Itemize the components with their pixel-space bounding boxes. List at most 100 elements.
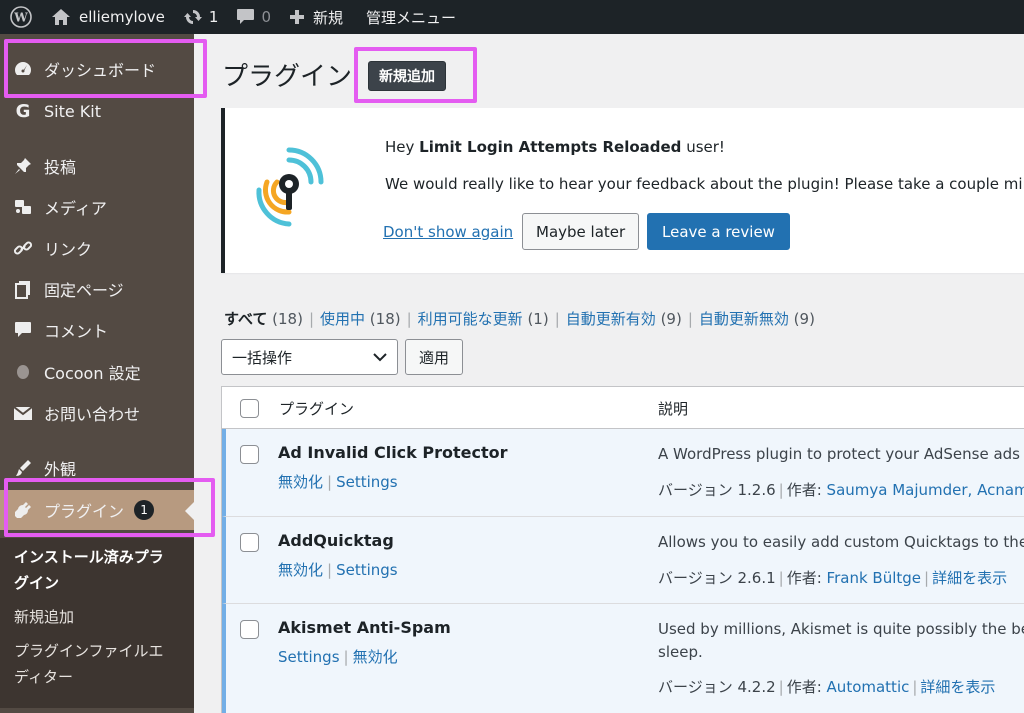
sidebar-item-dashboard[interactable]: ダッシュボード — [0, 49, 194, 89]
filter-auto-update-disabled[interactable]: 自動更新無効 — [699, 310, 789, 328]
media-icon — [11, 195, 35, 219]
sidebar-item-label: コメント — [44, 322, 109, 341]
limit-login-logo — [256, 147, 324, 227]
submenu-label: グイン — [14, 574, 60, 592]
notice-greeting: Hey Limit Login Attempts Reloaded user! — [385, 138, 725, 156]
wordpress-logo-button[interactable]: W — [0, 0, 42, 34]
submenu-plugin-editor[interactable]: プラグインファイルエ ディター — [0, 638, 194, 690]
sidebar-item-comments[interactable]: コメント — [0, 310, 194, 350]
row-checkbox[interactable] — [240, 533, 259, 552]
svg-text:G: G — [16, 101, 31, 121]
comment-icon — [11, 318, 35, 342]
sidebar-item-appearance[interactable]: 外観 — [0, 448, 194, 488]
plugin-icon — [11, 498, 35, 522]
sidebar-item-label: Cocoon 設定 — [44, 364, 141, 383]
plugin-name: Ad Invalid Click Protector — [278, 443, 508, 462]
author-link[interactable]: Frank Bültge — [827, 569, 921, 587]
plugin-description: Used by millions, Akismet is quite possi… — [658, 620, 1024, 661]
submenu-label: ディター — [14, 668, 73, 686]
llar-feedback-notice: Hey Limit Login Attempts Reloaded user! … — [221, 108, 1024, 273]
sidebar-item-label: 固定ページ — [44, 281, 124, 300]
sidebar-item-site-kit[interactable]: G Site Kit — [0, 91, 194, 131]
maybe-later-button[interactable]: Maybe later — [522, 213, 640, 250]
sidebar-item-posts[interactable]: 投稿 — [0, 146, 194, 186]
sidebar-item-pages[interactable]: 固定ページ — [0, 269, 194, 309]
bulk-action-select[interactable]: 一括操作 — [221, 339, 398, 375]
column-header-plugin: プラグイン — [279, 400, 355, 418]
plugin-name: Akismet Anti-Spam — [278, 618, 451, 637]
main-content: プラグイン 新規追加 Hey Limit Login Attempts Relo… — [194, 34, 1024, 713]
column-header-description: 説明 — [658, 400, 689, 418]
sidebar-item-label: プラグイン — [44, 502, 125, 521]
dont-show-again-link[interactable]: Don't show again — [383, 223, 513, 241]
sidebar-item-label: お問い合わせ — [44, 405, 141, 424]
row-checkbox[interactable] — [240, 445, 259, 464]
site-name-link[interactable]: elliemylove — [42, 0, 174, 34]
plugin-meta: バージョン 4.2.2 | 作者: Automattic | 詳細を表示 — [658, 678, 996, 696]
sidebar-item-label: 投稿 — [44, 158, 77, 177]
settings-link[interactable]: Settings — [278, 648, 340, 666]
plugin-description: Allows you to easily add custom Quicktag… — [658, 533, 1024, 551]
filter-auto-update-enabled[interactable]: 自動更新有効 — [566, 310, 656, 328]
brush-icon — [11, 456, 35, 480]
row-actions: Settings | 無効化 — [278, 648, 398, 666]
link-icon — [11, 236, 35, 260]
notice-message: We would really like to hear your feedba… — [385, 175, 1024, 193]
site-name: elliemylove — [79, 8, 165, 26]
plugin-name: AddQuicktag — [278, 531, 394, 550]
sidebar-item-media[interactable]: メディア — [0, 187, 194, 227]
comments-link[interactable]: 0 — [227, 0, 280, 34]
pages-icon — [11, 277, 35, 301]
svg-text:W: W — [13, 11, 28, 25]
plugin-description: A WordPress plugin to protect your AdSen… — [658, 445, 1024, 463]
admin-menu-link[interactable]: 管理メニュー — [352, 0, 465, 34]
table-row: Akismet Anti-Spam Settings | 無効化 Used by m… — [222, 604, 1024, 713]
submenu-add-new[interactable]: 新規追加 — [0, 604, 194, 630]
leave-review-button[interactable]: Leave a review — [647, 213, 790, 250]
pin-icon — [11, 154, 35, 178]
chevron-down-icon — [373, 353, 387, 362]
select-all-checkbox[interactable] — [240, 399, 259, 418]
new-content-link[interactable]: 新規 — [280, 0, 352, 34]
sidebar-item-label: ダッシュボード — [44, 61, 157, 80]
comment-bubble-icon — [237, 9, 255, 24]
dashboard-icon — [11, 57, 35, 81]
updates-count: 1 — [208, 8, 219, 26]
settings-link[interactable]: Settings — [336, 473, 398, 491]
sidebar-item-contact[interactable]: お問い合わせ — [0, 393, 194, 433]
sidebar-item-plugins[interactable]: プラグイン 1 — [0, 490, 194, 530]
updates-link[interactable]: 1 — [174, 0, 228, 34]
admin-sidebar: ダッシュボード G Site Kit 投稿 メディア リンク 固定ページ コメン… — [0, 34, 194, 713]
comments-count: 0 — [261, 8, 271, 26]
row-actions: 無効化 | Settings — [278, 561, 398, 579]
admin-menu-label: 管理メニュー — [366, 8, 457, 27]
filter-active[interactable]: 使用中 — [320, 310, 365, 328]
view-details-link[interactable]: 詳細を表示 — [920, 678, 995, 696]
table-header: プラグイン 説明 — [222, 387, 1024, 429]
new-label: 新規 — [313, 8, 344, 27]
plugin-meta: バージョン 1.2.6 | 作者: Saumya Majumder, Acnam — [658, 479, 1024, 500]
view-details-link[interactable]: 詳細を表示 — [932, 569, 1007, 587]
home-icon — [52, 9, 70, 25]
author-link[interactable]: Automattic — [827, 678, 910, 696]
deactivate-link[interactable]: 無効化 — [353, 648, 398, 666]
add-new-plugin-button[interactable]: 新規追加 — [368, 61, 446, 91]
filter-updates[interactable]: 利用可能な更新 — [418, 310, 523, 328]
deactivate-link[interactable]: 無効化 — [278, 473, 323, 491]
admin-bar: W elliemylove 1 0 新規 管理メニュー — [0, 0, 1024, 34]
submenu-label: インストール済みプラ — [14, 548, 164, 566]
sidebar-item-cocoon[interactable]: Cocoon 設定 — [0, 352, 194, 392]
bulk-action-value: 一括操作 — [232, 348, 293, 367]
mail-icon — [11, 401, 35, 425]
row-checkbox[interactable] — [240, 620, 259, 639]
plus-icon — [290, 10, 304, 24]
sidebar-item-links[interactable]: リンク — [0, 228, 194, 268]
plugin-status-filters: すべて (18) | 使用中 (18) | 利用可能な更新 (1) | 自動更新有効 (9)… — [224, 310, 815, 328]
filter-all[interactable]: すべて — [224, 310, 267, 328]
submenu-installed-plugins[interactable]: インストール済みプラ グイン — [0, 544, 194, 596]
settings-link[interactable]: Settings — [336, 561, 398, 579]
sidebar-item-label: リンク — [44, 240, 93, 259]
author-link[interactable]: Saumya Majumder, Acnam — [827, 481, 1024, 499]
apply-button[interactable]: 適用 — [405, 339, 464, 375]
deactivate-link[interactable]: 無効化 — [278, 561, 323, 579]
